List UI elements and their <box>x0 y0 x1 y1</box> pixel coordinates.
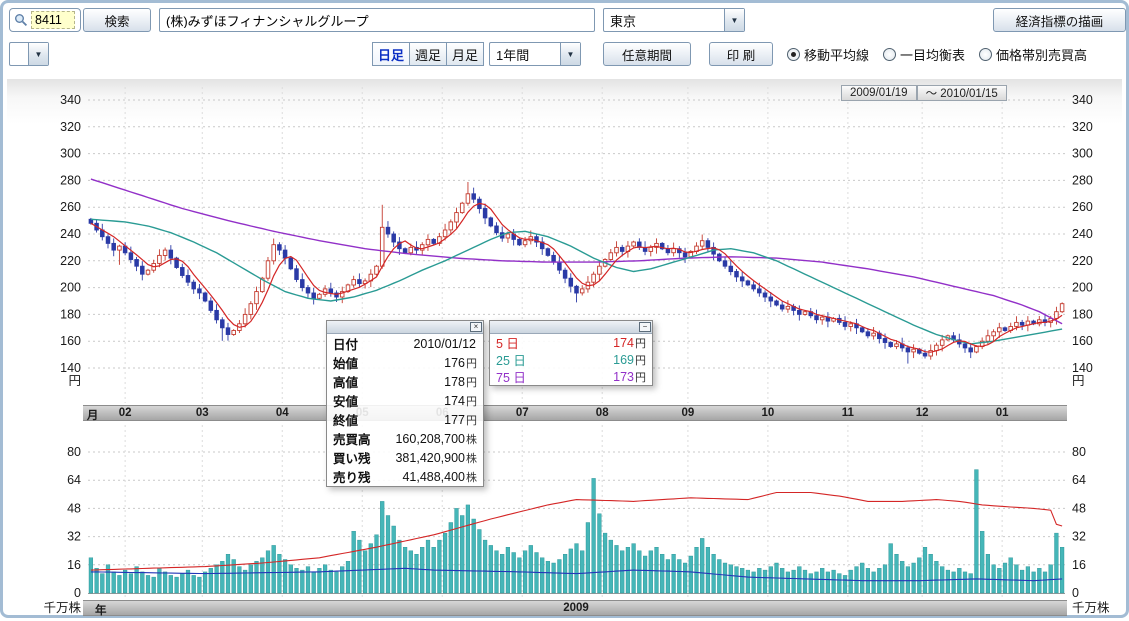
month-label: 08 <box>596 407 609 419</box>
ticker-search-box <box>9 8 81 32</box>
chevron-down-icon[interactable]: ▼ <box>724 9 744 31</box>
month-label: 03 <box>196 407 209 419</box>
year-axis-label: 年 <box>95 602 107 618</box>
tooltip-row: 高値178円 <box>327 372 483 391</box>
tooltip-rows: 日付2010/01/12始値176円高値178円安値174円終値177円売買高1… <box>327 334 483 486</box>
print-button[interactable]: 印 刷 <box>709 42 773 66</box>
month-label: 11 <box>842 407 854 419</box>
month-label: 09 <box>682 407 695 419</box>
ticker-code-input[interactable] <box>31 11 75 29</box>
tooltip-row: 始値176円 <box>327 353 483 372</box>
economic-indicator-button[interactable]: 経済指標の描画 <box>993 8 1126 32</box>
tooltip-row: 買い残381,420,900株 <box>327 448 483 467</box>
exchange-value: 東京 <box>604 9 724 31</box>
date-from-box[interactable]: 2009/01/19 <box>841 85 917 101</box>
search-icon <box>14 13 28 27</box>
period-select[interactable]: 1年間 ▼ <box>489 42 581 66</box>
tooltip-row: 終値177円 <box>327 410 483 429</box>
radio-moving-average[interactable]: 移動平均線 <box>787 45 869 64</box>
company-name-field[interactable] <box>159 8 595 32</box>
legend-row: 5 日174円 <box>490 334 652 351</box>
month-label: 04 <box>276 407 289 419</box>
month-label: 02 <box>119 407 132 419</box>
quote-tooltip: × 日付2010/01/12始値176円高値178円安値174円終値177円売買… <box>326 320 484 487</box>
tooltip-row: 売り残41,488,400株 <box>327 467 483 486</box>
ma-legend: − 5 日174円25 日169円75 日173円 <box>489 320 653 386</box>
legend-titlebar[interactable]: − <box>490 321 652 334</box>
date-range-control[interactable]: 2009/01/19 ～ 2010/01/15 <box>841 85 1007 101</box>
radio-price-volume[interactable]: 価格帯別売買高 <box>979 45 1087 64</box>
tab-weekly[interactable]: 週足 <box>409 42 447 66</box>
month-label: 01 <box>996 407 1009 419</box>
legend-row: 75 日173円 <box>490 368 652 385</box>
symbol-dropdown-value <box>10 43 28 65</box>
chevron-down-icon[interactable]: ▼ <box>560 43 580 65</box>
date-to-box[interactable]: ～ 2010/01/15 <box>917 85 1007 101</box>
tab-monthly[interactable]: 月足 <box>446 42 484 66</box>
company-name-input[interactable] <box>166 13 588 28</box>
minimize-icon[interactable]: − <box>639 322 651 332</box>
legend-row: 25 日169円 <box>490 351 652 368</box>
overlay-radio-group: 移動平均線 一目均衡表 価格帯別売買高 <box>787 42 1087 66</box>
radio-ichimoku[interactable]: 一目均衡表 <box>883 45 965 64</box>
custom-period-button[interactable]: 任意期間 <box>603 42 691 66</box>
month-label: 10 <box>761 407 774 419</box>
tooltip-titlebar[interactable]: × <box>327 321 483 334</box>
symbol-dropdown[interactable]: ▼ <box>9 42 49 66</box>
legend-rows: 5 日174円25 日169円75 日173円 <box>490 334 652 385</box>
period-value: 1年間 <box>490 43 560 65</box>
radio-label: 移動平均線 <box>804 45 869 64</box>
radio-icon[interactable] <box>883 48 896 61</box>
tooltip-row: 売買高160,208,700株 <box>327 429 483 448</box>
radio-label: 一目均衡表 <box>900 45 965 64</box>
radio-label: 価格帯別売買高 <box>996 45 1087 64</box>
stock-chart-app: 検索 東京 ▼ 経済指標の描画 ▼ 日足週足月足 1年間 ▼ 任意期間 印 刷 … <box>0 0 1129 618</box>
radio-icon[interactable] <box>979 48 992 61</box>
tooltip-row: 安値174円 <box>327 391 483 410</box>
month-label: 月 <box>87 407 99 423</box>
month-band: 月020304050607080910111201 <box>83 405 1067 421</box>
tab-daily[interactable]: 日足 <box>372 42 410 66</box>
month-label: 07 <box>516 407 529 419</box>
search-button[interactable]: 検索 <box>83 8 151 32</box>
chart-tabs: 日足週足月足 <box>373 42 484 66</box>
exchange-select[interactable]: 東京 ▼ <box>603 8 745 32</box>
month-label: 12 <box>916 407 929 419</box>
chevron-down-icon[interactable]: ▼ <box>28 43 48 65</box>
tooltip-row: 日付2010/01/12 <box>327 334 483 353</box>
year-band: 年 2009 <box>83 600 1067 616</box>
year-value: 2009 <box>563 602 589 614</box>
radio-icon[interactable] <box>787 48 800 61</box>
close-icon[interactable]: × <box>470 322 482 332</box>
